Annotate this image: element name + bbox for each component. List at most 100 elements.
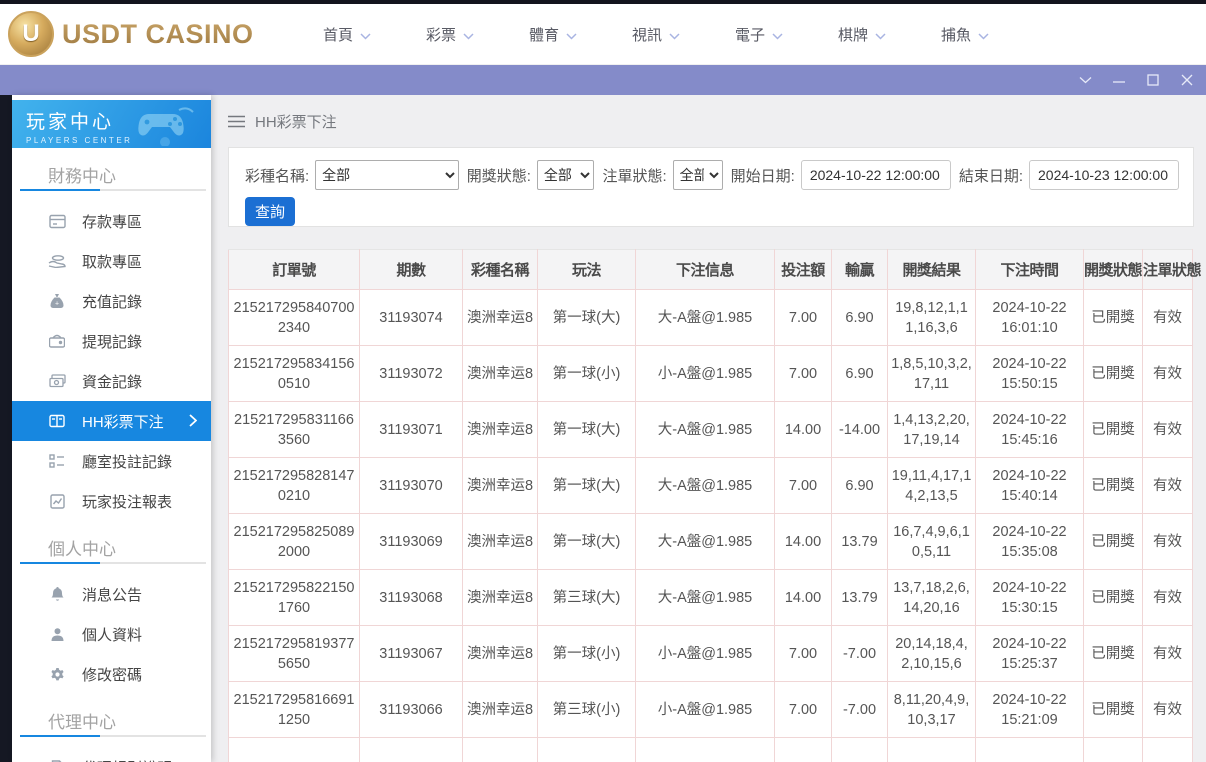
- search-button[interactable]: 查詢: [245, 197, 295, 226]
- lottery-name-select-label: 彩種名稱:: [245, 165, 309, 186]
- cell-order-status: 有效: [1143, 514, 1193, 570]
- cell-order-no: 2152172958281470210: [229, 458, 360, 514]
- sidebar-item-fund-record[interactable]: 資金記錄: [12, 361, 211, 401]
- cell-bet-amount: 7.00: [775, 682, 832, 738]
- col-header-bet-time: 下注時間: [976, 250, 1084, 290]
- bell-icon: [48, 585, 66, 603]
- lottery-name-select[interactable]: 全部: [315, 160, 459, 190]
- col-header-order-no: 訂單號: [229, 250, 360, 290]
- nav-item-egames[interactable]: 電子: [708, 24, 811, 45]
- cell-period: 31193066: [360, 682, 463, 738]
- cell-bet-info: 小-A盤@1.985: [636, 626, 775, 682]
- order-status-select-label: 注單狀態:: [602, 165, 666, 186]
- cell-lottery-name: 澳洲幸运8: [463, 346, 538, 402]
- cell-bet-amount: 7.00: [775, 346, 832, 402]
- minimize-icon: [1113, 74, 1125, 86]
- sidebar-item-profile[interactable]: 個人資料: [12, 614, 211, 654]
- cell-draw-result: 1,4,13,2,20,17,19,14: [888, 402, 976, 458]
- sidebar-item-agent-rules[interactable]: 代理規則說明: [12, 747, 211, 762]
- cell-play: 第三球(小): [538, 682, 636, 738]
- sidebar-item-withdraw[interactable]: 取款專區: [12, 241, 211, 281]
- table-row: 215217295831166356031193071澳洲幸运8第一球(大)大-…: [229, 402, 1193, 458]
- cell-period: 31193074: [360, 290, 463, 346]
- cell-bet-time: 2024-10-22 16:01:10: [976, 290, 1084, 346]
- cell-empty: [1143, 738, 1193, 762]
- cell-period: 31193067: [360, 626, 463, 682]
- ledger-icon: [48, 412, 66, 430]
- sidebar-item-announcements[interactable]: 消息公告: [12, 574, 211, 614]
- cell-order-no: 2152172958407002340: [229, 290, 360, 346]
- panel-chevron-button[interactable]: [1070, 65, 1100, 95]
- order-status-select[interactable]: 全部: [673, 160, 723, 190]
- main-content: HH彩票下注 彩種名稱:全部開獎狀態:全部注單狀態:全部開始日期:結束日期: 查…: [228, 95, 1194, 762]
- cell-empty: [636, 738, 775, 762]
- brand-logo[interactable]: U USDT CASINO: [8, 11, 254, 57]
- cell-draw-status: 已開獎: [1084, 402, 1143, 458]
- cell-draw-status: 已開獎: [1084, 682, 1143, 738]
- sidebar-item-hh-lottery-bet[interactable]: HH彩票下注: [12, 401, 211, 441]
- sidebar-item-player-bet-report[interactable]: 玩家投注報表: [12, 481, 211, 521]
- cell-order-status: 有效: [1143, 682, 1193, 738]
- cell-bet-info: 小-A盤@1.985: [636, 682, 775, 738]
- sidebar-item-label: 個人資料: [82, 624, 142, 645]
- draw-status-select[interactable]: 全部: [537, 160, 595, 190]
- col-header-order-status: 注單狀態: [1143, 250, 1193, 290]
- cell-bet-info: 大-A盤@1.985: [636, 402, 775, 458]
- end-date-input[interactable]: [1029, 160, 1179, 190]
- cell-empty: [775, 738, 832, 762]
- minimize-button[interactable]: [1104, 65, 1134, 95]
- nav-item-fishing[interactable]: 捕魚: [914, 24, 1017, 45]
- nav-item-video[interactable]: 視訊: [605, 24, 708, 45]
- maximize-button[interactable]: [1138, 65, 1168, 95]
- cell-empty: [976, 738, 1084, 762]
- hamburger-menu-icon[interactable]: [228, 115, 245, 128]
- sidebar-item-label: 玩家投注報表: [82, 491, 172, 512]
- cell-play: 第一球(小): [538, 626, 636, 682]
- sidebar-item-recharge-record[interactable]: +充值記錄: [12, 281, 211, 321]
- sidebar-item-label: 消息公告: [82, 584, 142, 605]
- sidebar-item-deposit[interactable]: 存款專區: [12, 201, 211, 241]
- cell-empty: [888, 738, 976, 762]
- table-row-partial: [229, 738, 1193, 762]
- cell-bet-time: 2024-10-22 15:50:15: [976, 346, 1084, 402]
- end-date-input-label: 結束日期:: [959, 165, 1023, 186]
- table-header-row: 訂單號期數彩種名稱玩法下注信息投注額輸贏開獎結果下注時間開獎狀態注單狀態: [229, 250, 1193, 290]
- nav-item-sports[interactable]: 體育: [502, 24, 605, 45]
- cell-order-no: 2152172958250892000: [229, 514, 360, 570]
- table-row: 215217295816691125031193066澳洲幸运8第三球(小)小-…: [229, 682, 1193, 738]
- table-row: 215217295828147021031193070澳洲幸运8第一球(大)大-…: [229, 458, 1193, 514]
- sidebar-item-hall-bet-record[interactable]: 廳室投註記錄: [12, 441, 211, 481]
- cell-bet-info: 大-A盤@1.985: [636, 570, 775, 626]
- cell-play: 第一球(大): [538, 402, 636, 458]
- cell-empty: [360, 738, 463, 762]
- nav-item-chess[interactable]: 棋牌: [811, 24, 914, 45]
- cell-play: 第三球(大): [538, 570, 636, 626]
- cell-bet-amount: 7.00: [775, 458, 832, 514]
- cell-period: 31193070: [360, 458, 463, 514]
- usdt-coin-icon: U: [8, 11, 54, 57]
- nav-item-lottery[interactable]: 彩票: [399, 24, 502, 45]
- close-button[interactable]: [1172, 65, 1202, 95]
- table-row: 215217295825089200031193069澳洲幸运8第一球(大)大-…: [229, 514, 1193, 570]
- sidebar-item-change-password[interactable]: 修改密碼: [12, 654, 211, 694]
- cell-draw-status: 已開獎: [1084, 514, 1143, 570]
- sidebar-item-withdrawal-record[interactable]: 提現記錄: [12, 321, 211, 361]
- cell-draw-result: 8,11,20,4,9,10,3,17: [888, 682, 976, 738]
- close-icon: [1181, 74, 1193, 86]
- sidebar-item-label: 修改密碼: [82, 664, 142, 685]
- nav-item-label: 棋牌: [838, 24, 868, 45]
- nav-item-home[interactable]: 首頁: [296, 24, 399, 45]
- purse-icon: [48, 332, 66, 350]
- start-date-input[interactable]: [801, 160, 951, 190]
- cell-order-no: 2152172958311663560: [229, 402, 360, 458]
- cell-draw-result: 19,11,4,17,14,2,13,5: [888, 458, 976, 514]
- cell-win-loss: 6.90: [832, 346, 888, 402]
- cell-bet-amount: 14.00: [775, 570, 832, 626]
- cell-bet-info: 小-A盤@1.985: [636, 346, 775, 402]
- col-header-play: 玩法: [538, 250, 636, 290]
- table-row: 215217295819377565031193067澳洲幸运8第一球(小)小-…: [229, 626, 1193, 682]
- chevron-down-icon: [566, 31, 577, 40]
- nav-item-label: 首頁: [323, 24, 353, 45]
- cell-empty: [832, 738, 888, 762]
- nav-item-label: 視訊: [632, 24, 662, 45]
